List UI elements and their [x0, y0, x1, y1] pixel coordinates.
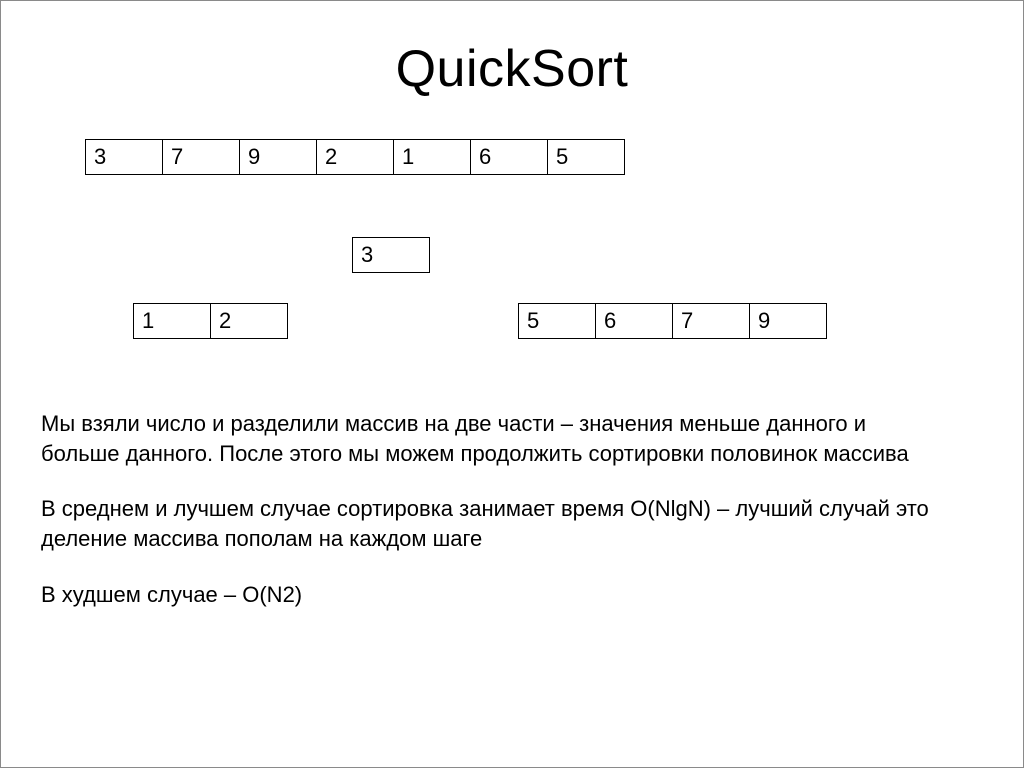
- paragraph: Мы взяли число и разделили массив на две…: [41, 409, 941, 468]
- array-cell: 7: [672, 303, 750, 339]
- initial-array: 3 7 9 2 1 6 5: [85, 139, 983, 175]
- partition-row: 1 2 5 6 7 9: [85, 303, 983, 339]
- array-cell: 5: [547, 139, 625, 175]
- array-cell: 2: [316, 139, 394, 175]
- left-partition: 1 2: [133, 303, 288, 339]
- body-text: Мы взяли число и разделили массив на две…: [41, 409, 983, 609]
- array-cell: 9: [749, 303, 827, 339]
- pivot-cell: 3: [352, 237, 430, 273]
- paragraph: В худшем случае – O(N2): [41, 580, 941, 610]
- array-cell: 1: [133, 303, 211, 339]
- array-cell: 1: [393, 139, 471, 175]
- array-cell: 6: [470, 139, 548, 175]
- array-cell: 9: [239, 139, 317, 175]
- diagram: 3 7 9 2 1 6 5 3 1 2 5 6 7 9: [85, 139, 983, 339]
- pivot: 3: [352, 237, 983, 273]
- array-cell: 7: [162, 139, 240, 175]
- paragraph: В среднем и лучшем случае сортировка зан…: [41, 494, 941, 553]
- slide-title: QuickSort: [41, 39, 983, 99]
- slide: QuickSort 3 7 9 2 1 6 5 3 1 2 5 6 7 9: [0, 0, 1024, 768]
- array-cell: 6: [595, 303, 673, 339]
- right-partition: 5 6 7 9: [518, 303, 827, 339]
- array-cell: 3: [85, 139, 163, 175]
- array-cell: 2: [210, 303, 288, 339]
- array-cell: 5: [518, 303, 596, 339]
